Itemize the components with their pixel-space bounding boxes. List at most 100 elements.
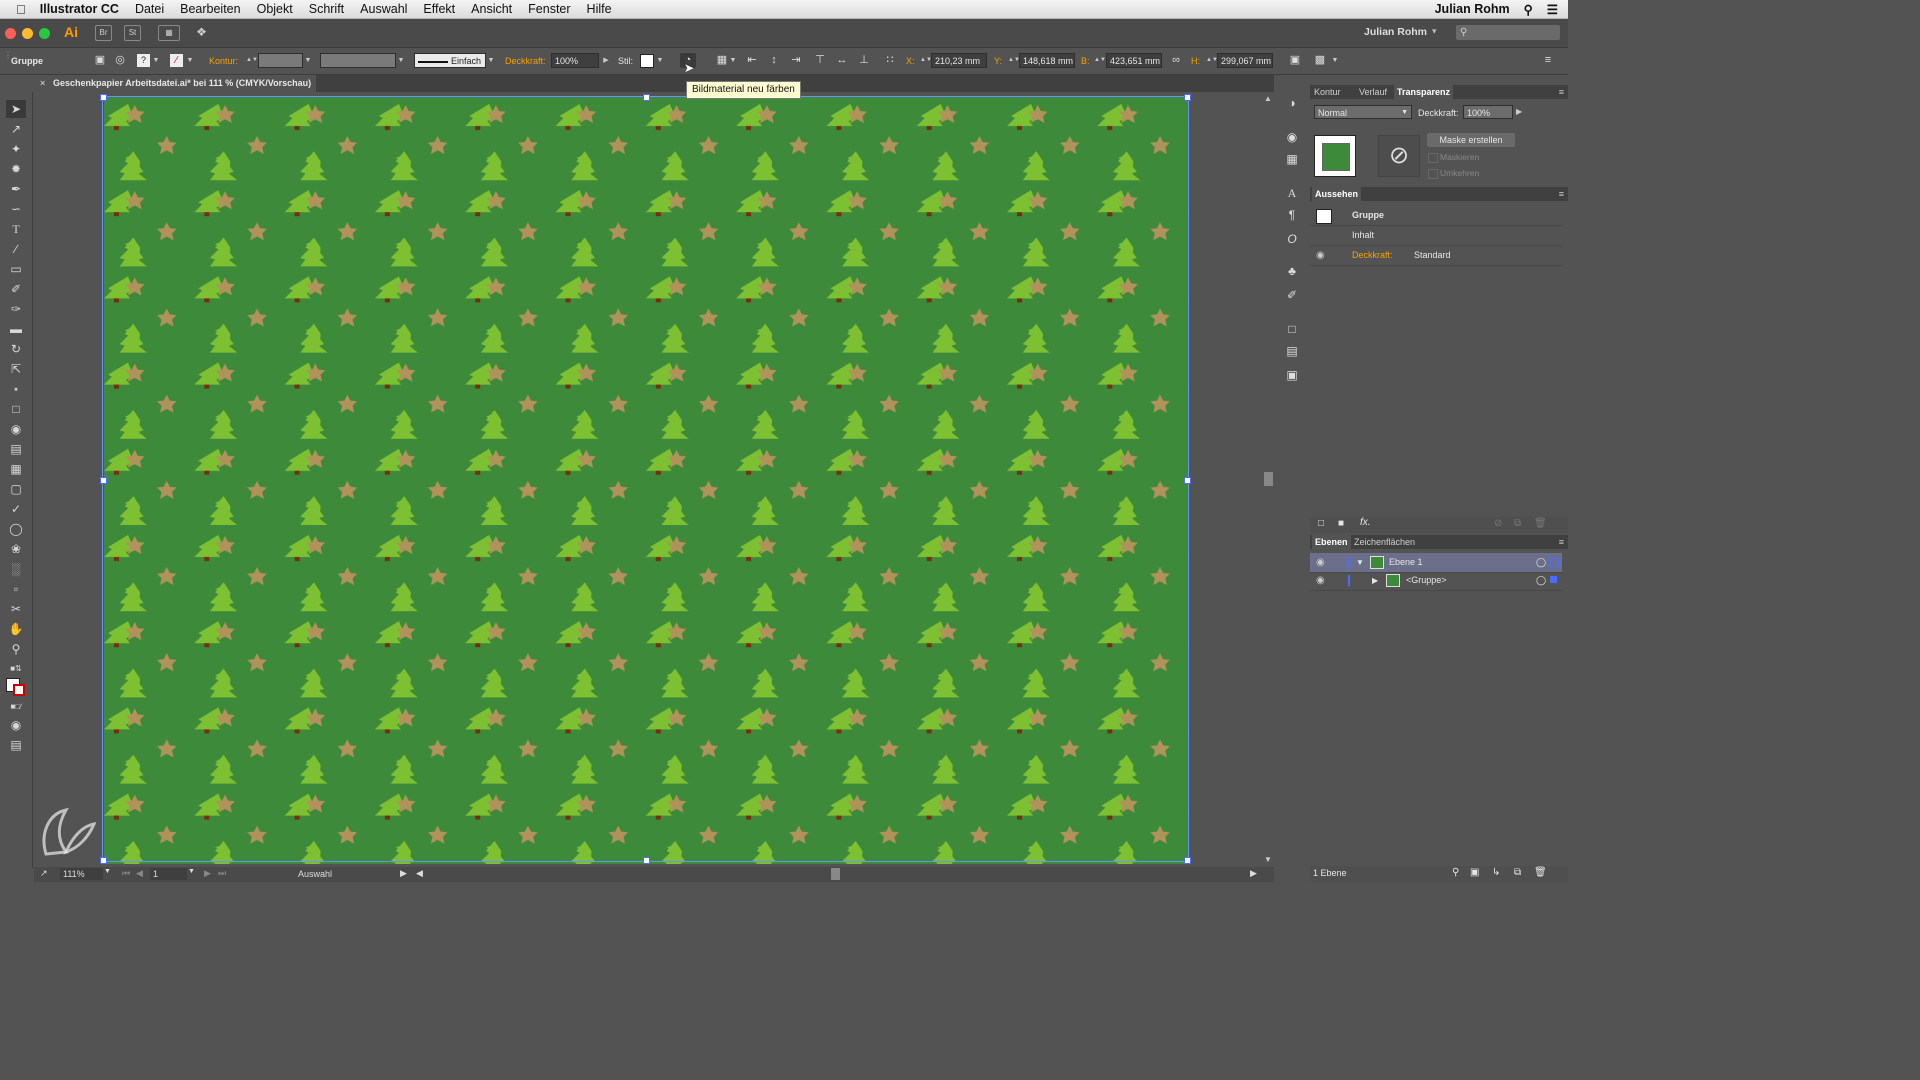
free-transform-tool-icon[interactable]: □ — [6, 400, 26, 418]
duplicate-item-icon[interactable]: ⧉ — [1514, 518, 1521, 529]
shaper-tool-icon[interactable]: ✑ — [6, 300, 26, 318]
opacity-arrow-icon[interactable]: ▶ — [601, 53, 611, 68]
blend-mode-select[interactable]: Normal ▼ — [1314, 105, 1412, 119]
type-tool-icon[interactable]: T — [6, 220, 26, 238]
control-menu-icon[interactable]: ≡ — [1540, 53, 1556, 68]
tab-transparenz[interactable]: Transparenz — [1394, 85, 1454, 99]
new-sublayer-icon[interactable]: ↳ — [1492, 867, 1500, 878]
next-artboard-icon[interactable]: ▶ — [204, 868, 211, 879]
canvas-area[interactable] — [34, 92, 1262, 867]
tab-kontur[interactable]: Kontur — [1314, 85, 1341, 99]
notification-list-icon[interactable]: ☰ — [1547, 2, 1558, 17]
symbols-panel-icon[interactable]: ♣ — [1284, 263, 1300, 279]
layer-selection-indicator[interactable] — [1550, 576, 1557, 583]
swatches-panel-icon[interactable]: ▦ — [1284, 151, 1300, 167]
layer-row[interactable]: ◉ ▼ Ebene 1 ◯ — [1310, 553, 1562, 573]
layer-expand-icon[interactable]: ▶ — [1372, 571, 1378, 590]
sublayer-name[interactable]: <Gruppe> — [1406, 571, 1447, 590]
window-minimize-button[interactable] — [22, 28, 33, 39]
fill-dropdown-icon[interactable]: ▼ — [151, 53, 161, 68]
rotate-tool-icon[interactable]: ↻ — [6, 340, 26, 358]
stroke-swatch-toolbox[interactable] — [13, 684, 25, 696]
gpu-performance-icon[interactable]: ❖ — [194, 25, 209, 39]
add-effect-icon[interactable]: fx. — [1360, 517, 1371, 528]
stroke-style-dropdown-icon[interactable]: ▼ — [486, 53, 496, 68]
menu-hilfe[interactable]: Hilfe — [579, 2, 620, 16]
transparency-opacity-field[interactable]: 100% — [1463, 105, 1513, 119]
y-label[interactable]: Y: — [994, 56, 1002, 66]
paragraph-panel-icon[interactable]: ¶ — [1284, 207, 1300, 223]
isolation-mode-icon[interactable]: ▩ — [1312, 53, 1328, 68]
direct-selection-tool-icon[interactable]: ↗ — [6, 120, 26, 138]
align-vertical-center-icon[interactable]: ↔ — [834, 53, 850, 68]
layer-row[interactable]: ◉ ▶ <Gruppe> ◯ — [1310, 571, 1562, 591]
add-stroke-icon[interactable]: □ — [1318, 518, 1324, 529]
x-label[interactable]: X: — [906, 56, 915, 66]
bridge-button[interactable]: Br — [95, 25, 112, 41]
blend-tool-icon[interactable]: ◯ — [6, 520, 26, 538]
tab-zeichenflaechen[interactable]: Zeichenflächen — [1354, 535, 1415, 549]
appearance-panel-menu-icon[interactable]: ≡ — [1559, 187, 1564, 201]
symbol-sprayer-tool-icon[interactable]: ❀ — [6, 540, 26, 558]
object-thumbnail[interactable] — [1314, 135, 1356, 177]
create-mask-button[interactable]: Maske erstellen — [1427, 133, 1515, 147]
scale-tool-icon[interactable]: ⇱ — [6, 360, 26, 378]
width-stepper[interactable]: ▲▼ — [1094, 53, 1106, 68]
y-stepper[interactable]: ▲▼ — [1008, 53, 1020, 68]
appearance-object-row[interactable]: Gruppe — [1310, 206, 1562, 226]
selection-tool-icon[interactable]: ➤ — [6, 100, 26, 118]
close-tab-icon[interactable]: × — [40, 75, 45, 92]
menu-bearbeiten[interactable]: Bearbeiten — [172, 2, 248, 16]
magic-wand-tool-icon[interactable]: ✦ — [6, 140, 26, 158]
delete-item-icon[interactable]: 🗑 — [1534, 518, 1547, 529]
align-to-dropdown-icon[interactable]: ▼ — [728, 53, 738, 68]
window-close-button[interactable] — [5, 28, 16, 39]
shape-builder-tool-icon[interactable]: ◉ — [6, 420, 26, 438]
menu-fenster[interactable]: Fenster — [520, 2, 578, 16]
character-panel-icon[interactable]: A — [1284, 185, 1300, 201]
graphic-style-swatch[interactable] — [640, 54, 654, 68]
zoom-tool-icon[interactable]: ⚲ — [6, 640, 26, 658]
default-colors-icon[interactable]: ■⇅ — [6, 660, 26, 678]
y-field[interactable]: 148,618 mm — [1019, 53, 1075, 68]
rectangle-tool-icon[interactable]: ▭ — [6, 260, 26, 278]
make-clipping-mask-icon[interactable]: ▣ — [1470, 867, 1479, 878]
new-layer-icon[interactable]: ⧉ — [1514, 867, 1521, 878]
spotlight-search-icon[interactable]: ⚲ — [1524, 2, 1533, 17]
color-mode-icons[interactable]: ■□∕ — [6, 698, 26, 716]
vertical-scroll-thumb[interactable] — [1264, 472, 1273, 486]
brush-stroke-style-field[interactable]: Einfach — [414, 53, 486, 68]
menu-auswahl[interactable]: Auswahl — [352, 2, 415, 16]
transform-panel-icon[interactable]: □ — [1284, 321, 1300, 337]
document-tab[interactable]: × Geschenkpapier Arbeitsdatei.ai* bei 11… — [34, 75, 316, 92]
layers-panel-menu-icon[interactable]: ≡ — [1559, 535, 1564, 549]
isolate-group-icon[interactable]: ▣ — [92, 53, 108, 68]
first-artboard-icon[interactable]: ⏮ — [122, 868, 130, 879]
line-tool-icon[interactable]: ∕ — [6, 240, 26, 258]
width-tool-icon[interactable]: ⋆ — [6, 380, 26, 398]
scroll-up-icon[interactable]: ▲ — [1264, 94, 1272, 103]
window-maximize-button[interactable] — [39, 28, 50, 39]
align-top-icon[interactable]: ⊤ — [812, 53, 828, 68]
hscroll-right-icon[interactable]: ▶ — [1250, 868, 1257, 879]
stroke-weight-stepper[interactable]: ▲▼ — [246, 53, 258, 68]
curvature-tool-icon[interactable]: ∽ — [6, 200, 26, 218]
artboard-field[interactable]: 1 — [150, 868, 187, 880]
x-stepper[interactable]: ▲▼ — [920, 53, 932, 68]
zoom-field[interactable]: 111% — [60, 868, 103, 880]
x-field[interactable]: 210,23 mm — [931, 53, 987, 68]
color-panel-icon[interactable]: ◑ — [1284, 95, 1300, 111]
width-field[interactable]: 423,651 mm — [1106, 53, 1162, 68]
variable-width-field[interactable] — [320, 53, 396, 68]
constrain-proportions-icon[interactable]: ∞ — [1168, 53, 1184, 68]
layer-name[interactable]: Ebene 1 — [1389, 553, 1423, 572]
previous-artboard-icon[interactable]: ◀ — [136, 868, 143, 879]
pen-tool-icon[interactable]: ✒ — [6, 180, 26, 198]
scroll-down-icon[interactable]: ▼ — [1264, 855, 1272, 864]
fill-color-swatch[interactable]: ? — [137, 54, 150, 67]
layer-selection-indicator[interactable] — [1550, 558, 1559, 567]
stock-button[interactable]: St — [124, 25, 141, 41]
global-edit-icon[interactable]: ◎ — [112, 53, 128, 68]
opacity-field[interactable]: 100% — [551, 53, 599, 68]
clip-checkbox[interactable] — [1428, 153, 1438, 163]
